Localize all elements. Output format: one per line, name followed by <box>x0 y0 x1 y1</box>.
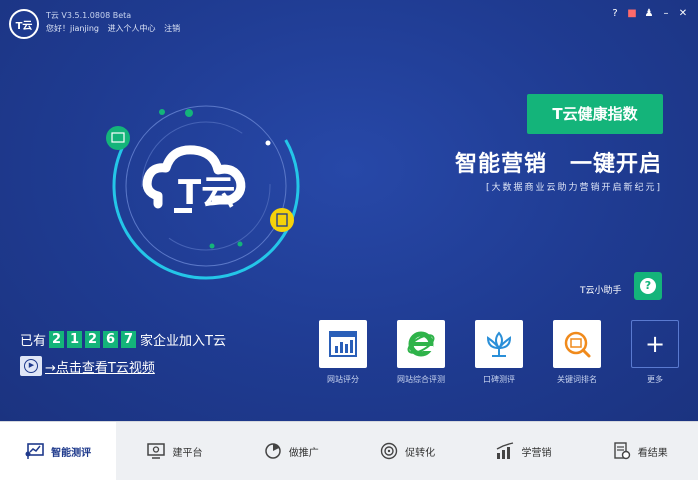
monitor-chart-icon <box>25 443 44 459</box>
nav-conversion[interactable]: 促转化 <box>349 422 465 480</box>
tool-label: 网站评分 <box>327 375 359 384</box>
lotus-icon <box>486 331 512 357</box>
greeting-text: 您好！jianjing <box>46 24 100 33</box>
counter-digit: 1 <box>67 331 83 348</box>
bar-chart-icon <box>329 331 357 357</box>
tool-site-score-box[interactable] <box>319 320 367 368</box>
nav-view-results[interactable]: 看结果 <box>582 422 698 480</box>
play-icon: ▶ <box>24 359 38 373</box>
target-icon <box>380 442 398 460</box>
nav-label: 做推广 <box>288 447 319 459</box>
tool-more-box[interactable]: + <box>631 320 679 368</box>
bottom-nav: 智能测评 建平台 做推广 促转化 学营销 看结果 <box>0 421 698 480</box>
tool-label: 关键词排名 <box>557 375 597 384</box>
tool-site-score[interactable]: 网站评分 <box>304 320 382 385</box>
logout-link[interactable]: 注销 <box>164 24 180 33</box>
monitor-icon <box>147 443 166 459</box>
app-logo-text: T云 <box>15 20 33 32</box>
nav-label: 促转化 <box>405 447 436 459</box>
keyword-icon <box>564 331 591 358</box>
app-logo: T云 <box>9 9 39 39</box>
counter-digit: 6 <box>103 331 119 348</box>
question-icon: ? <box>640 278 656 294</box>
nav-promotion[interactable]: 做推广 <box>233 422 349 480</box>
slogan-sub: [大数据商业云助力营销开启新纪元] <box>485 183 662 193</box>
tool-keyword-rank[interactable]: 关键词排名 <box>538 320 616 385</box>
gift-icon[interactable]: ■ <box>625 8 639 20</box>
counter-suffix: 家企业加入T云 <box>140 334 226 349</box>
app-title: T云 V3.5.1.0808 Beta <box>46 11 132 20</box>
counter-digit: 2 <box>49 331 65 348</box>
pie-chart-icon <box>265 443 281 459</box>
nav-build-platform[interactable]: 建平台 <box>116 422 232 480</box>
tool-label: 更多 <box>647 375 663 384</box>
counter-prefix: 已有 <box>20 334 47 349</box>
play-button[interactable]: ▶ <box>20 356 42 376</box>
tool-reputation[interactable]: 口碑测评 <box>460 320 538 385</box>
user-center-link[interactable]: 进入个人中心 <box>108 24 156 33</box>
assistant-button[interactable]: ? <box>634 272 662 300</box>
tool-more[interactable]: + 更多 <box>616 320 694 385</box>
chart-badge-icon <box>106 126 130 150</box>
center-logo-text: T云 <box>178 173 235 213</box>
orbit-dot <box>237 241 243 247</box>
orbit-dot <box>185 109 193 117</box>
slogan-main: 智能营销 一键开启 <box>454 152 662 177</box>
counter-digit: 2 <box>85 331 101 348</box>
nav-label: 建平台 <box>172 447 203 459</box>
close-icon[interactable]: ✕ <box>676 8 690 20</box>
tool-site-evaluation[interactable]: 网站综合评测 <box>382 320 460 385</box>
company-counter: 已有 2 1 2 6 7 家企业加入T云 <box>20 330 226 349</box>
orbit-dot <box>159 109 165 115</box>
nav-label: 学营销 <box>521 447 552 459</box>
health-index-button[interactable]: T云健康指数 <box>527 94 663 134</box>
nav-label: 智能测评 <box>51 447 92 459</box>
tool-site-evaluation-box[interactable] <box>397 320 445 368</box>
rising-bars-icon <box>497 442 514 459</box>
skin-icon[interactable]: ♟ <box>642 8 656 20</box>
tool-reputation-box[interactable] <box>475 320 523 368</box>
nav-smart-evaluation[interactable]: 智能测评 <box>0 422 117 480</box>
counter-digit: 7 <box>121 331 137 348</box>
video-link-text[interactable]: →点击查看T云视频 <box>45 357 155 376</box>
hero-orbit-graphic: T云 <box>106 92 300 280</box>
minimize-icon[interactable]: – <box>659 8 673 20</box>
tool-bar: 网站评分 网站综合评测 口碑测评 关键词排名 + 更多 <box>304 320 694 385</box>
tool-keyword-rank-box[interactable] <box>553 320 601 368</box>
tool-label: 网站综合评测 <box>397 375 445 384</box>
help-icon[interactable]: ? <box>608 8 622 20</box>
ie-browser-icon <box>407 331 435 357</box>
report-icon <box>614 442 630 460</box>
orbit-dot <box>265 140 271 146</box>
orbit-dot <box>209 243 215 249</box>
window-controls: ? ■ ♟ – ✕ <box>608 8 690 20</box>
assistant-label: T云小助手 <box>580 286 622 296</box>
clipboard-badge-icon <box>270 208 294 232</box>
user-info: 您好！jianjing 进入个人中心 注销 <box>46 23 186 34</box>
nav-learn-marketing[interactable]: 学营销 <box>465 422 581 480</box>
video-link[interactable]: ▶ →点击查看T云视频 <box>20 356 155 376</box>
main-panel: T云 T云 V3.5.1.0808 Beta 您好！jianjing 进入个人中… <box>0 0 698 421</box>
plus-icon: + <box>644 330 666 358</box>
tool-label: 口碑测评 <box>483 375 515 384</box>
nav-label: 看结果 <box>637 447 668 459</box>
